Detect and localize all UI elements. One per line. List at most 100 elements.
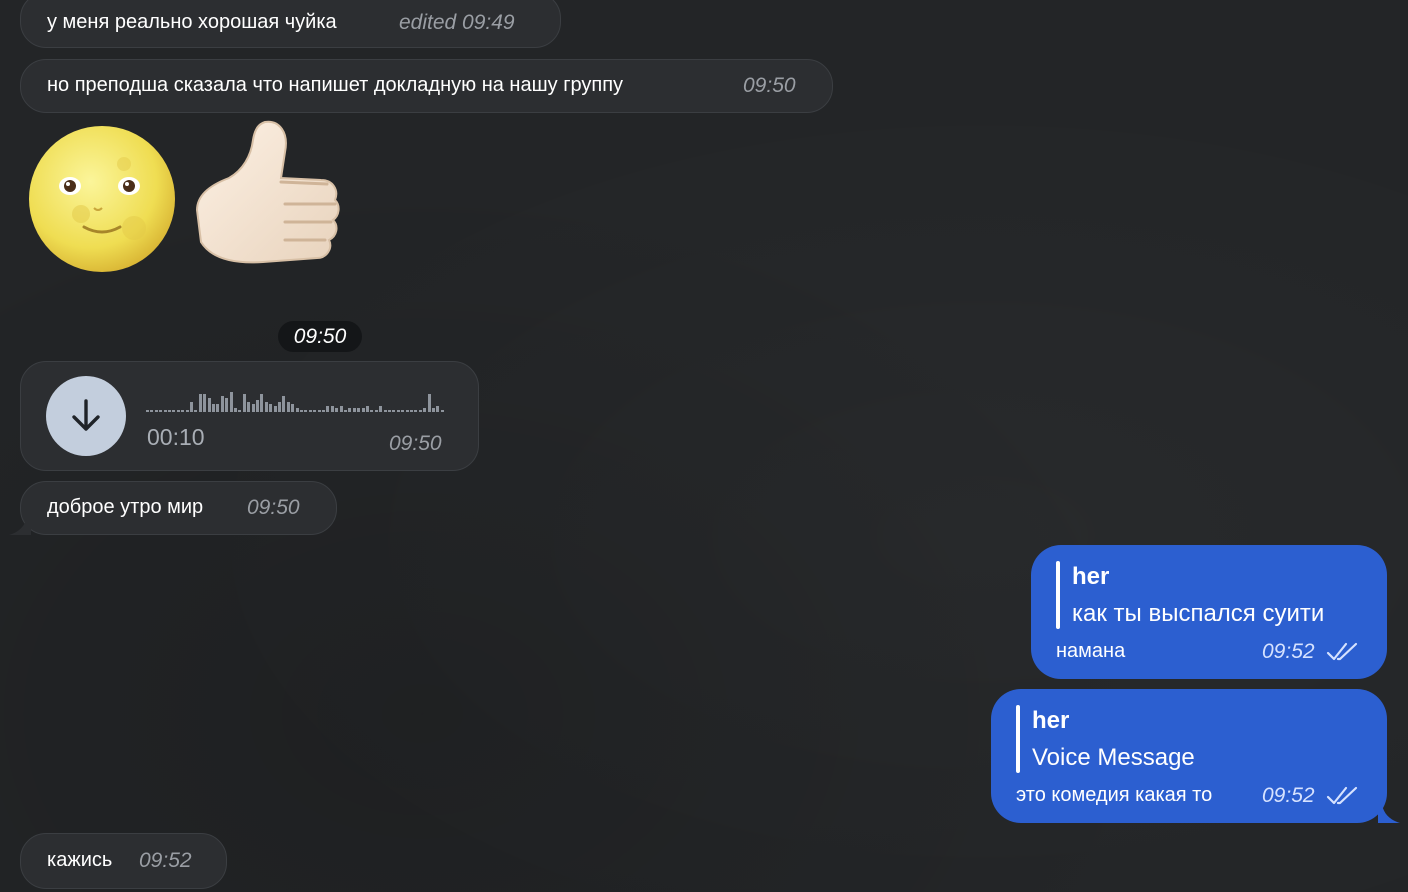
waveform-bar (295, 408, 299, 412)
waveform-bar (374, 410, 378, 412)
message-text: но преподша сказала что напишет докладну… (47, 74, 624, 96)
waveform-bar (194, 410, 198, 412)
waveform-bar (181, 410, 185, 412)
voice-waveform[interactable] (146, 386, 446, 414)
message-time: edited 09:49 (399, 11, 515, 34)
waveform-bar (308, 410, 312, 412)
waveform-bar (330, 406, 334, 412)
incoming-message[interactable]: у меня реально хорошая чуйка edited 09:4… (20, 0, 561, 48)
waveform-bar (418, 410, 422, 412)
voice-download-button[interactable] (46, 376, 126, 456)
waveform-bar (203, 394, 207, 412)
waveform-bar (278, 402, 281, 412)
waveform-bar (370, 410, 374, 412)
message-time: 09:52 (1262, 784, 1315, 807)
waveform-bar (216, 404, 220, 412)
waveform-bar (212, 404, 215, 412)
waveform-bar (207, 398, 211, 412)
double-check-icon (1326, 786, 1358, 805)
waveform-bar (238, 410, 242, 412)
waveform-bar (379, 406, 383, 412)
waveform-bar (414, 410, 418, 412)
waveform-bar (190, 402, 193, 412)
waveform-bar (339, 406, 343, 412)
full-moon-face-icon[interactable] (26, 124, 178, 274)
waveform-bar (432, 408, 435, 412)
waveform-bar (282, 396, 286, 412)
reply-text[interactable]: Voice Message (1032, 744, 1195, 772)
download-arrow-icon (72, 399, 100, 431)
waveform-bar (176, 410, 180, 412)
double-check-icon (1326, 642, 1358, 661)
waveform-bar (304, 410, 308, 412)
waveform-bar (405, 410, 409, 412)
waveform-bar (344, 410, 347, 412)
waveform-bar (242, 394, 246, 412)
reply-quote-bar (1056, 561, 1060, 629)
waveform-bar (326, 406, 330, 412)
message-text: у меня реально хорошая чуйка (47, 11, 337, 33)
waveform-bar (168, 410, 171, 412)
message-time: 09:50 (247, 496, 300, 519)
incoming-message[interactable]: кажись 09:52 (20, 833, 227, 889)
waveform-bar (300, 410, 303, 412)
waveform-bar (260, 394, 264, 412)
waveform-bar (335, 408, 339, 412)
waveform-bar (251, 404, 255, 412)
waveform-bar (154, 410, 158, 412)
bubble-tail (9, 517, 31, 535)
waveform-bar (436, 406, 440, 412)
waveform-bar (361, 408, 365, 412)
message-text: это комедия какая то (1016, 784, 1213, 806)
waveform-bar (229, 392, 233, 412)
waveform-bar (159, 410, 163, 412)
waveform-bar (247, 402, 251, 412)
waveform-bar (146, 410, 149, 412)
reply-quote-bar (1016, 705, 1020, 773)
waveform-bar (427, 394, 431, 412)
sticker-time: 09:50 (278, 321, 362, 352)
waveform-bar (150, 410, 154, 412)
waveform-bar (220, 396, 224, 412)
reply-author[interactable]: her (1072, 563, 1109, 591)
incoming-message[interactable]: но преподша сказала что напишет докладну… (20, 59, 833, 113)
waveform-bar (357, 408, 361, 412)
waveform-bar (256, 400, 259, 412)
message-time: 09:52 (139, 849, 192, 872)
reply-author[interactable]: her (1032, 707, 1069, 735)
message-time: 09:52 (1262, 640, 1315, 663)
incoming-message[interactable]: доброе утро мир 09:50 (20, 481, 337, 535)
waveform-bar (264, 402, 268, 412)
waveform-bar (410, 410, 413, 412)
waveform-bar (273, 406, 277, 412)
waveform-bar (401, 410, 405, 412)
waveform-bar (348, 408, 352, 412)
waveform-bar (172, 410, 176, 412)
waveform-bar (383, 410, 387, 412)
outgoing-message[interactable]: her как ты выспался суити намана 09:52 (1031, 545, 1387, 679)
waveform-bar (269, 404, 273, 412)
outgoing-message[interactable]: her Voice Message это комедия какая то 0… (991, 689, 1387, 823)
waveform-bar (317, 410, 321, 412)
waveform-bar (286, 402, 290, 412)
voice-duration: 00:10 (147, 424, 205, 450)
waveform-bar (440, 410, 444, 412)
waveform-bar (291, 404, 295, 412)
waveform-bar (423, 408, 427, 412)
voice-time: 09:50 (389, 432, 442, 455)
message-text: намана (1056, 640, 1126, 662)
waveform-bar (225, 398, 229, 412)
message-text: кажись (47, 849, 113, 871)
thumbs-up-icon[interactable] (193, 118, 343, 276)
bubble-tail (1378, 805, 1400, 823)
message-text: доброе утро мир (47, 496, 204, 518)
waveform-bar (366, 406, 369, 412)
reply-text[interactable]: как ты выспался суити (1072, 600, 1324, 628)
waveform-bar (322, 410, 325, 412)
waveform-bar (163, 410, 167, 412)
message-time: 09:50 (743, 74, 796, 97)
waveform-bar (392, 410, 396, 412)
waveform-bar (352, 408, 356, 412)
waveform-bar (198, 394, 202, 412)
waveform-bar (185, 410, 189, 412)
